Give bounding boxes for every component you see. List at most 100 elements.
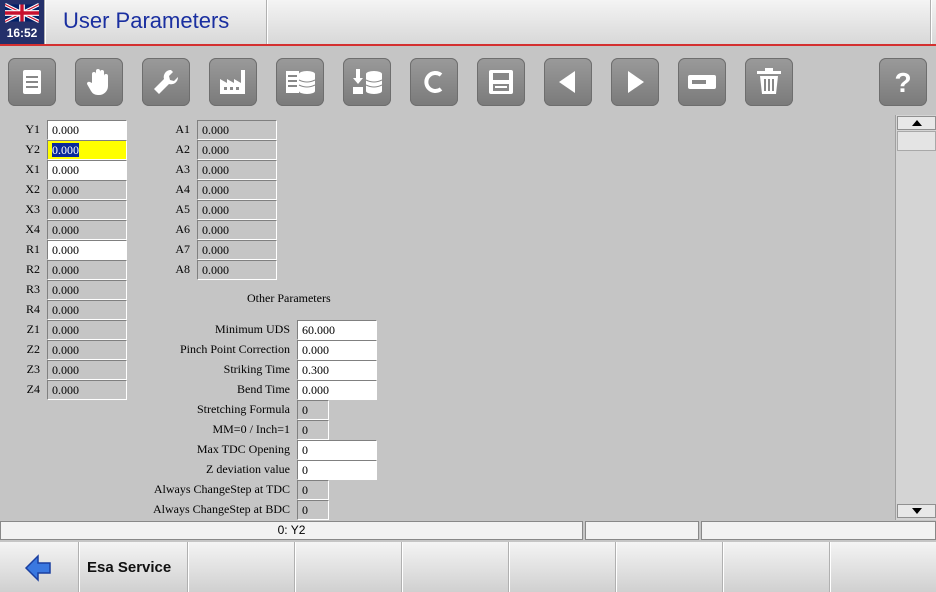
database-list-button[interactable] <box>276 58 324 106</box>
title-bar: 16:52 User Parameters <box>0 0 936 46</box>
axis-a7-field[interactable]: 0.000 <box>197 240 277 260</box>
axis-r3-label: R3 <box>25 282 40 296</box>
axis-x1-field[interactable]: 0.000 <box>47 160 127 180</box>
delete-button[interactable] <box>745 58 793 106</box>
save-button[interactable] <box>477 58 525 106</box>
back-button[interactable] <box>18 552 58 584</box>
axis-a4-label: A4 <box>175 182 190 196</box>
stretching-formula-field[interactable]: 0 <box>297 400 329 420</box>
triangle-down-icon <box>911 508 922 514</box>
axis-y2-field[interactable]: 0.000 <box>47 140 127 160</box>
z-deviation-value-label: Z deviation value <box>206 462 290 476</box>
axis-y2-label: Y2 <box>25 142 40 156</box>
axis-z3-field[interactable]: 0.000 <box>47 360 127 380</box>
wrench-icon <box>154 69 179 94</box>
document-icon <box>23 70 41 94</box>
title-separator <box>44 0 46 44</box>
vertical-scrollbar[interactable] <box>895 115 936 520</box>
trash-icon <box>757 68 781 94</box>
esa-service-button[interactable]: Esa Service <box>87 559 171 576</box>
axis-a7-label: A7 <box>175 242 190 256</box>
axis-a8-label: A8 <box>175 262 190 276</box>
always-changestep-at-bdc-field[interactable]: 0 <box>297 500 329 520</box>
axis-x2-field[interactable]: 0.000 <box>47 180 127 200</box>
scroll-down-button[interactable] <box>897 504 936 518</box>
database-list-icon <box>286 71 316 94</box>
axis-a6-label: A6 <box>175 222 190 236</box>
z-deviation-value-field[interactable]: 0 <box>297 460 377 480</box>
bottom-separator <box>615 542 617 592</box>
axis-a2-field[interactable]: 0.000 <box>197 140 277 160</box>
always-changestep-at-tdc-field[interactable]: 0 <box>297 480 329 500</box>
tools-button[interactable] <box>142 58 190 106</box>
axis-a1-label: A1 <box>175 122 190 136</box>
svg-text:?: ? <box>894 67 911 98</box>
axis-a6-field[interactable]: 0.000 <box>197 220 277 240</box>
status-cell <box>701 521 936 540</box>
axis-x1-label: X1 <box>25 162 40 176</box>
arrow-back-icon <box>24 554 51 582</box>
database-import-button[interactable] <box>343 58 391 106</box>
max-tdc-opening-field[interactable]: 0 <box>297 440 377 460</box>
axis-y1-label: Y1 <box>25 122 40 136</box>
axis-r4-field[interactable]: 0.000 <box>47 300 127 320</box>
bottom-separator <box>508 542 510 592</box>
bend-time-label: Bend Time <box>236 382 290 396</box>
card-button[interactable] <box>678 58 726 106</box>
axis-a5-field[interactable]: 0.000 <box>197 200 277 220</box>
c-button[interactable] <box>410 58 458 106</box>
title-separator <box>930 0 932 44</box>
bottom-separator <box>829 542 831 592</box>
next-button[interactable] <box>611 58 659 106</box>
arrow-right-icon <box>628 71 644 93</box>
c-icon <box>424 71 443 93</box>
axis-x3-field[interactable]: 0.000 <box>47 200 127 220</box>
axis-z2-label: Z2 <box>26 342 40 356</box>
axis-a2-label: A2 <box>175 142 190 156</box>
striking-time-field[interactable]: 0.300 <box>297 360 377 380</box>
axis-a4-field[interactable]: 0.000 <box>197 180 277 200</box>
always-changestep-at-tdc-label: Always ChangeStep at TDC <box>153 482 290 496</box>
previous-button[interactable] <box>544 58 592 106</box>
axis-z2-field[interactable]: 0.000 <box>47 340 127 360</box>
production-button[interactable] <box>209 58 257 106</box>
axis-a8-field[interactable]: 0.000 <box>197 260 277 280</box>
axis-y1-field[interactable]: 0.000 <box>47 120 127 140</box>
axis-z1-field[interactable]: 0.000 <box>47 320 127 340</box>
bend-time-field[interactable]: 0.000 <box>297 380 377 400</box>
language-flag-button[interactable]: 16:52 <box>0 0 44 44</box>
axis-a1-field[interactable]: 0.000 <box>197 120 277 140</box>
factory-icon <box>220 70 245 94</box>
axis-r2-field[interactable]: 0.000 <box>47 260 127 280</box>
card-icon <box>688 75 716 89</box>
page-title: User Parameters <box>63 8 230 33</box>
scroll-up-button[interactable] <box>897 116 936 130</box>
help-button[interactable]: ? <box>879 58 927 106</box>
bottom-bar: Esa Service <box>0 542 936 592</box>
axis-x2-label: X2 <box>25 182 40 196</box>
axis-a5-label: A5 <box>175 202 190 216</box>
save-icon <box>489 70 513 94</box>
hand-icon <box>86 69 108 96</box>
axis-r1-field[interactable]: 0.000 <box>47 240 127 260</box>
document-button[interactable] <box>8 58 56 106</box>
minimum-uds-field[interactable]: 60.000 <box>297 320 377 340</box>
bottom-separator <box>78 542 80 592</box>
manual-button[interactable] <box>75 58 123 106</box>
axis-z4-field[interactable]: 0.000 <box>47 380 127 400</box>
axis-z4-label: Z4 <box>26 382 40 396</box>
always-changestep-at-bdc-label: Always ChangeStep at BDC <box>153 502 290 516</box>
axis-a3-field[interactable]: 0.000 <box>197 160 277 180</box>
axis-z3-label: Z3 <box>26 362 40 376</box>
bottom-separator <box>722 542 724 592</box>
database-import-icon <box>353 69 383 94</box>
pinch-point-correction-field[interactable]: 0.000 <box>297 340 377 360</box>
bottom-separator <box>294 542 296 592</box>
stretching-formula-label: Stretching Formula <box>197 402 290 416</box>
pinch-point-correction-label: Pinch Point Correction <box>180 342 290 356</box>
scroll-thumb[interactable] <box>897 131 936 151</box>
status-cell <box>585 521 699 540</box>
mm-0-inch-1-field[interactable]: 0 <box>297 420 329 440</box>
axis-r3-field[interactable]: 0.000 <box>47 280 127 300</box>
axis-x4-field[interactable]: 0.000 <box>47 220 127 240</box>
